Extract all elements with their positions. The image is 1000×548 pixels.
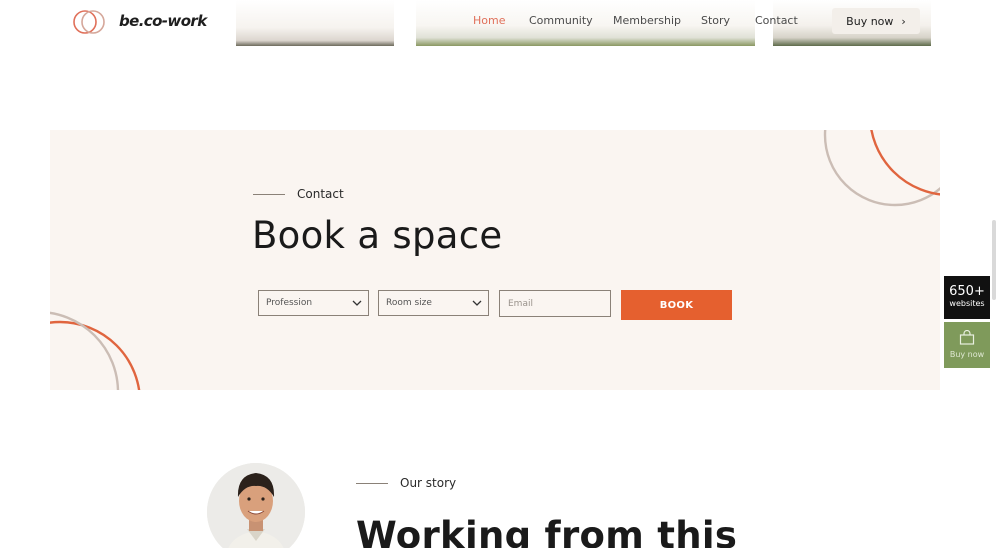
buy-now-label: Buy now [846, 14, 894, 28]
email-placeholder: Email [508, 298, 533, 309]
chevron-down-icon [352, 300, 362, 306]
room-size-value: Room size [386, 298, 432, 308]
scrollbar-thumb[interactable] [992, 220, 996, 300]
profession-select[interactable]: Profession [258, 290, 369, 316]
contact-eyebrow: Contact [297, 187, 344, 201]
websites-count-widget[interactable]: 650+ websites [944, 276, 990, 319]
chevron-down-icon [472, 300, 482, 306]
contact-heading: Book a space [252, 214, 503, 257]
decorative-circles-icon [50, 130, 940, 390]
side-buy-now-widget[interactable]: Buy now [944, 322, 990, 368]
hero-image-left [236, 0, 394, 46]
nav-membership[interactable]: Membership [613, 14, 681, 27]
book-button[interactable]: BOOK [621, 290, 732, 320]
brand-name[interactable]: be.co-work [119, 12, 207, 30]
profession-value: Profession [266, 298, 313, 308]
nav-story[interactable]: Story [701, 14, 730, 27]
room-size-select[interactable]: Room size [378, 290, 489, 316]
websites-count-label: websites [949, 299, 985, 308]
avatar [207, 463, 305, 548]
chevron-right-icon: › [901, 14, 906, 28]
brand-logo-icon[interactable] [72, 8, 108, 36]
email-field[interactable]: Email [499, 290, 611, 317]
eyebrow-divider [356, 483, 388, 484]
story-eyebrow: Our story [400, 476, 457, 490]
story-heading: Working from this [356, 514, 738, 548]
websites-count: 650+ [949, 284, 985, 299]
side-buy-now-label: Buy now [949, 350, 985, 359]
nav-home[interactable]: Home [473, 14, 505, 27]
buy-now-button[interactable]: Buy now › [832, 8, 920, 34]
nav-community[interactable]: Community [529, 14, 593, 27]
site-header: be.co-work Home Community Membership Sto… [0, 0, 1000, 46]
contact-section: Contact Book a space Profession Room siz… [50, 130, 940, 390]
shopping-bag-icon [959, 329, 975, 345]
eyebrow-divider [253, 194, 285, 195]
person-portrait-icon [207, 463, 305, 548]
nav-contact[interactable]: Contact [755, 14, 798, 27]
